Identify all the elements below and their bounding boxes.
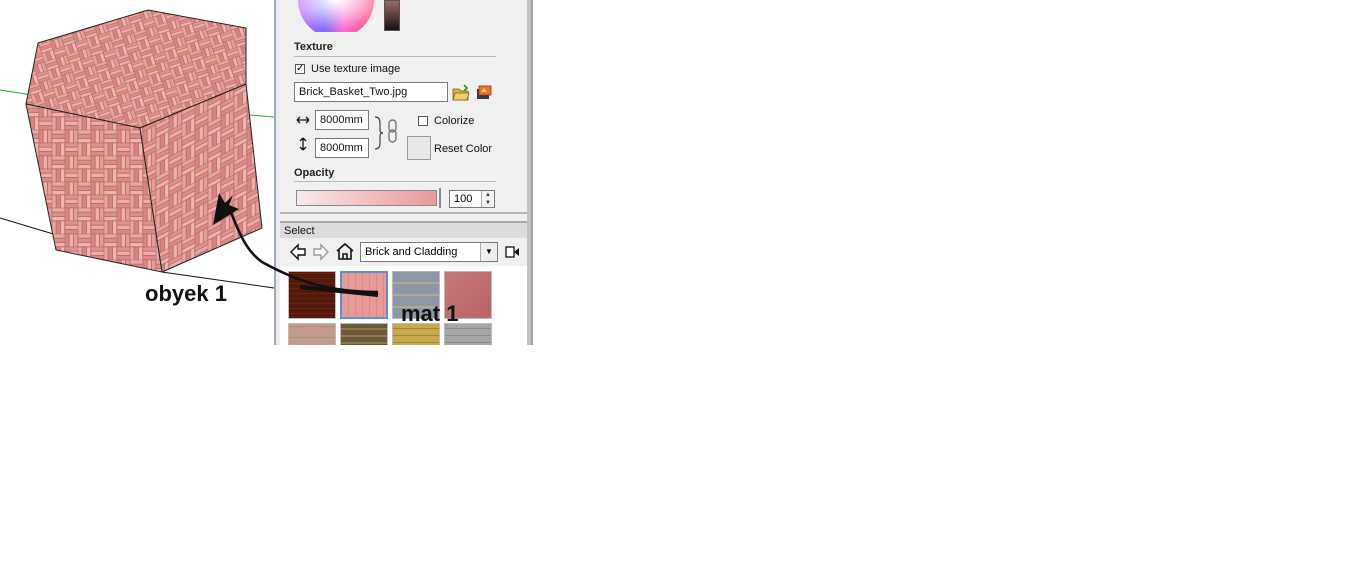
materials-panel-body: Texture ✓ Use texture image Brick_Basket… xyxy=(280,0,527,345)
collection-dropdown-value: Brick and Cladding xyxy=(365,246,458,258)
edit-texture-icon[interactable] xyxy=(475,83,493,101)
texture-filename-field[interactable]: Brick_Basket_Two.jpg xyxy=(294,82,448,102)
opacity-value-field[interactable]: 100 ▲ ▼ xyxy=(449,190,495,208)
green-axis-line xyxy=(0,89,33,96)
texture-height-field[interactable]: 8000mm xyxy=(315,138,369,158)
materials-panel: Texture ✓ Use texture image Brick_Basket… xyxy=(274,0,533,345)
chevron-down-icon[interactable]: ▼ xyxy=(480,243,497,261)
opacity-value-text: 100 xyxy=(454,193,473,205)
model-viewport[interactable]: obyek 1 xyxy=(0,0,274,345)
brightness-slider[interactable] xyxy=(384,0,400,31)
reset-color-swatch[interactable] xyxy=(407,136,431,160)
collection-dropdown[interactable]: Brick and Cladding ▼ xyxy=(360,242,498,262)
reset-color-label[interactable]: Reset Color xyxy=(434,143,492,155)
texture-divider xyxy=(294,56,496,57)
back-arrow-icon[interactable] xyxy=(289,243,307,261)
colorize-checkbox[interactable] xyxy=(418,116,428,126)
opacity-section-title: Opacity xyxy=(294,167,335,179)
opacity-divider xyxy=(294,181,496,182)
chain-link-icon[interactable] xyxy=(373,116,401,150)
material-tile-stone-dark[interactable] xyxy=(340,323,388,345)
colorize-label: Colorize xyxy=(434,115,475,127)
horizontal-resize-icon xyxy=(296,116,310,124)
material-tile-brick-basket-two[interactable] xyxy=(340,271,388,319)
material-tile-brick-rough[interactable] xyxy=(288,271,336,319)
material-tile-tile-brown[interactable] xyxy=(288,323,336,345)
model-canvas[interactable] xyxy=(0,0,274,345)
select-tab[interactable]: Select xyxy=(280,221,527,238)
details-arrow-icon[interactable] xyxy=(505,243,521,261)
texture-section-title: Texture xyxy=(294,41,333,53)
select-nav-row: Brick and Cladding ▼ xyxy=(280,238,527,266)
opacity-slider-thumb[interactable] xyxy=(439,188,441,208)
select-tab-label: Select xyxy=(284,225,315,237)
opacity-spinner[interactable]: ▲ ▼ xyxy=(481,191,494,207)
forward-arrow-icon[interactable] xyxy=(312,243,330,261)
panel-scrollbar[interactable] xyxy=(527,0,531,345)
object-label: obyek 1 xyxy=(145,281,227,306)
open-folder-icon[interactable] xyxy=(452,84,470,102)
home-icon[interactable] xyxy=(335,242,355,261)
panel-splitter[interactable] xyxy=(280,212,527,214)
color-wheel[interactable] xyxy=(295,0,375,32)
texture-width-field[interactable]: 8000mm xyxy=(315,110,369,130)
opacity-slider[interactable] xyxy=(296,190,437,206)
green-axis-line-right xyxy=(249,114,274,118)
material-annotation-label: mat 1 xyxy=(401,301,459,326)
use-texture-label: Use texture image xyxy=(311,63,401,75)
vertical-resize-icon xyxy=(299,137,307,151)
use-texture-checkbox[interactable]: ✓ xyxy=(295,64,305,74)
